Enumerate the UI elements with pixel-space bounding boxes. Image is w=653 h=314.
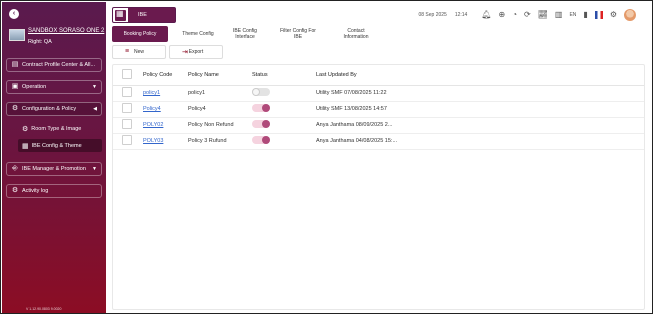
- status-toggle[interactable]: [252, 104, 270, 112]
- new-button[interactable]: ≡ New: [112, 45, 166, 59]
- sidebar-item-label: Activity log: [22, 188, 49, 194]
- row-checkbox[interactable]: [122, 87, 132, 97]
- policy-code-link[interactable]: Policy4: [143, 106, 161, 112]
- sidebar-item-configuration-policy[interactable]: ⚙ Configuration & Policy ◀: [6, 102, 102, 116]
- current-date: 08 Sep 2025: [418, 12, 447, 18]
- toggle-knob: [262, 104, 270, 112]
- app-version: V 1.12.90.0803 9.0020: [26, 307, 62, 311]
- action-bar: ≡ New ⇥ Export: [112, 45, 226, 59]
- status-toggle[interactable]: [252, 88, 270, 96]
- status-toggle[interactable]: [252, 120, 270, 128]
- status-toggle[interactable]: [252, 136, 270, 144]
- document-icon: ▤: [11, 61, 19, 68]
- chevron-down-icon: ▼: [92, 166, 97, 172]
- policy-name: Policy Non Refund: [188, 117, 252, 134]
- sidebar: ‹ SANDBOX SORASO ONE 2 Right: QA ▤ Contr…: [2, 2, 106, 313]
- column-header-policy-name[interactable]: Policy Name: [188, 65, 252, 86]
- column-header-status[interactable]: Status: [252, 65, 316, 86]
- last-updated: Utility SMF 07/08/2025 11:22: [316, 85, 644, 102]
- sidebar-item-ibe-config-theme[interactable]: ▦ IBE Config & Theme: [18, 139, 102, 152]
- row-checkbox[interactable]: [122, 103, 132, 113]
- sync-icon[interactable]: ⟳: [524, 10, 531, 20]
- chevron-down-icon: ▼: [92, 84, 97, 90]
- sidebar-item-label: IBE Manager & Promotion: [22, 166, 86, 172]
- policy-code-link[interactable]: POLY02: [143, 122, 163, 128]
- sidebar-item-ibe-manager-promotion[interactable]: ⎆ IBE Manager & Promotion ▼: [6, 162, 102, 176]
- export-button-label: Export: [188, 49, 204, 55]
- flag-icon[interactable]: [594, 11, 603, 19]
- bell-icon[interactable]: 🔔︎: [481, 10, 491, 20]
- export-button[interactable]: ⇥ Export: [169, 45, 223, 59]
- policy-name: Policy 3 Rufund: [188, 133, 252, 150]
- chart-icon[interactable]: 📈︎: [538, 10, 548, 20]
- promotion-icon: ⎆: [12, 165, 18, 172]
- policy-code-link[interactable]: POLY03: [143, 138, 163, 144]
- sidebar-item-label: Room Type & Image: [31, 125, 82, 132]
- tab-bar: Booking Policy Theme Config IBE Config I…: [112, 26, 378, 42]
- apps-grid-icon: [115, 9, 126, 21]
- sidebar-item-label: Configuration & Policy: [22, 106, 77, 112]
- settings-gear-icon[interactable]: ⚙: [610, 10, 617, 20]
- last-updated: Utility SMF 13/08/2025 14:57: [316, 101, 644, 118]
- module-switcher[interactable]: IBE: [112, 7, 176, 23]
- table-row: policy1 policy1 Utility SMF 07/08/2025 1…: [113, 85, 644, 102]
- policy-table: Policy Code Policy Name Status Last Upda…: [112, 64, 645, 310]
- last-updated: Anya Janthama 08/09/2025 2...: [316, 117, 644, 134]
- tab-contact-information[interactable]: Contact Information: [334, 26, 378, 42]
- theme-icon: ▦: [22, 142, 29, 150]
- new-button-label: New: [133, 49, 144, 55]
- top-bar: 08 Sep 2025 12:14 🔔︎ ⊕ ◔ ⟳ 📈︎ ▥ EN ▮ ⚙: [418, 9, 636, 21]
- sidebar-item-activity-log[interactable]: ⚙ Activity log: [6, 184, 102, 198]
- language-selector[interactable]: EN: [569, 12, 576, 18]
- hotel-thumbnail: [9, 29, 25, 41]
- chevron-left-icon: ◀: [93, 106, 97, 112]
- export-icon: ⇥: [182, 49, 188, 56]
- last-updated: Anya Janthama 04/08/2025 15:...: [316, 133, 644, 150]
- toggle-knob: [262, 136, 270, 144]
- policy-code-link[interactable]: policy1: [143, 90, 160, 96]
- operation-icon: ▣: [11, 83, 19, 90]
- table-row: POLY03 Policy 3 Rufund Anya Janthama 04/…: [113, 133, 644, 150]
- collapse-sidebar-icon[interactable]: ‹: [9, 9, 19, 19]
- sidebar-item-label: Contract Profile Center & All...: [22, 62, 96, 68]
- room-icon: ⚙: [22, 125, 29, 133]
- table-row: Policy4 Policy4 Utility SMF 13/08/2025 1…: [113, 101, 644, 118]
- tab-filter-config-ibe[interactable]: Filter Config For IBE: [262, 26, 334, 42]
- tab-booking-policy[interactable]: Booking Policy: [112, 26, 168, 42]
- column-header-policy-code[interactable]: Policy Code: [143, 65, 188, 86]
- toggle-knob: [262, 120, 270, 128]
- dashboard-icon[interactable]: ◔: [512, 10, 517, 20]
- module-label: IBE: [128, 8, 175, 22]
- avatar[interactable]: [624, 9, 636, 21]
- select-all-checkbox[interactable]: [122, 68, 132, 79]
- table-row: POLY02 Policy Non Refund Anya Janthama 0…: [113, 117, 644, 134]
- table-header-row: Policy Code Policy Name Status Last Upda…: [113, 65, 644, 86]
- gear-icon: ⚙: [11, 105, 19, 112]
- report-icon[interactable]: ▥: [555, 10, 563, 20]
- sidebar-item-operation[interactable]: ▣ Operation ▼: [6, 80, 102, 94]
- hotel-selector[interactable]: SANDBOX SORASO ONE 2 Right: QA: [7, 27, 105, 51]
- toggle-knob: [252, 88, 260, 96]
- sidebar-item-contract-profile[interactable]: ▤ Contract Profile Center & All...: [6, 58, 102, 72]
- row-checkbox[interactable]: [122, 119, 132, 129]
- policy-name: Policy4: [188, 101, 252, 118]
- globe-icon[interactable]: ⊕: [499, 10, 506, 20]
- mobile-icon[interactable]: ▮: [583, 10, 587, 20]
- app-window: ‹ SANDBOX SORASO ONE 2 Right: QA ▤ Contr…: [0, 0, 653, 314]
- sidebar-item-label: Operation: [22, 84, 47, 90]
- tab-theme-config[interactable]: Theme Config: [168, 26, 228, 42]
- hotel-name[interactable]: SANDBOX SORASO ONE 2: [28, 28, 104, 34]
- policy-name: policy1: [188, 85, 252, 102]
- sidebar-item-label: IBE Config & Theme: [31, 142, 82, 149]
- user-right: Right: QA: [28, 39, 52, 45]
- tab-ibe-config-interface[interactable]: IBE Config Interface: [228, 26, 262, 42]
- activity-icon: ⚙: [11, 187, 19, 194]
- column-header-last-updated[interactable]: Last Updated By: [316, 65, 644, 86]
- add-list-icon: ≡: [125, 48, 130, 55]
- sidebar-item-room-type-image[interactable]: ⚙ Room Type & Image: [18, 122, 102, 135]
- current-time: 12:14: [454, 12, 468, 18]
- row-checkbox[interactable]: [122, 135, 132, 145]
